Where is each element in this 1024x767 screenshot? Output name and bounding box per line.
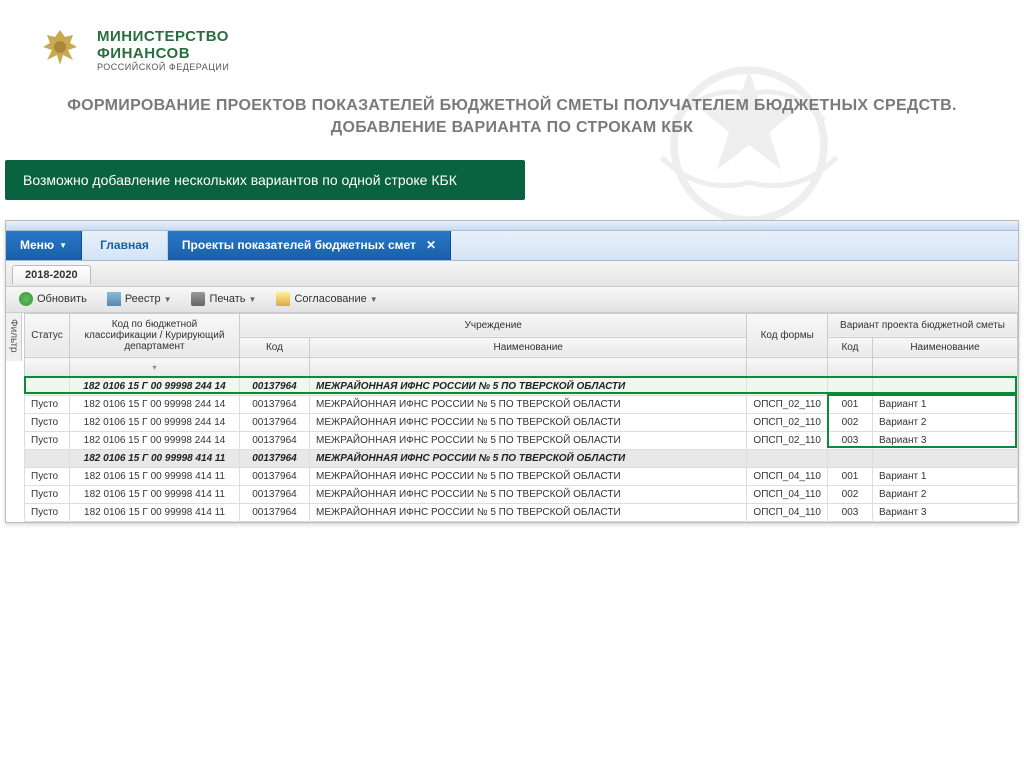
grid-container: Фильтр Статус Код по бюджетной классифик… <box>6 313 1018 522</box>
list-icon <box>107 292 121 306</box>
table-group-row[interactable]: 182 0106 15 Г 00 99998 244 1400137964МЕЖ… <box>25 377 1018 395</box>
print-icon <box>191 292 205 306</box>
tab-projects[interactable]: Проекты показателей бюджетных смет ✕ <box>168 231 451 260</box>
document-icon <box>276 292 290 306</box>
filter-cell[interactable] <box>873 357 1018 377</box>
period-tab[interactable]: 2018-2020 <box>12 265 91 284</box>
col-header-kbk[interactable]: Код по бюджетной классификации / Курирую… <box>70 313 240 357</box>
registry-button[interactable]: Реестр ▼ <box>100 289 179 309</box>
table-row[interactable]: Пусто182 0106 15 Г 00 99998 244 14001379… <box>25 431 1018 449</box>
refresh-button[interactable]: Обновить <box>12 289 94 309</box>
data-grid: Статус Код по бюджетной классификации / … <box>24 313 1018 522</box>
col-header-var-code[interactable]: Код <box>828 337 873 357</box>
chevron-down-icon: ▼ <box>59 241 67 250</box>
menu-label: Меню <box>20 238 54 252</box>
filter-cell[interactable] <box>747 357 828 377</box>
tab-home[interactable]: Главная <box>82 231 168 260</box>
filter-panel-toggle[interactable]: Фильтр <box>6 313 22 361</box>
col-header-var-name[interactable]: Наименование <box>873 337 1018 357</box>
approval-button[interactable]: Согласование ▼ <box>269 289 384 309</box>
table-row[interactable]: Пусто182 0106 15 Г 00 99998 414 11001379… <box>25 467 1018 485</box>
table-row[interactable]: Пусто182 0106 15 Г 00 99998 244 14001379… <box>25 395 1018 413</box>
col-header-inst-code[interactable]: Код <box>240 337 310 357</box>
chevron-down-icon: ▼ <box>249 295 257 304</box>
ministry-logo-block: МИНИСТЕРСТВО ФИНАНСОВ РОССИЙСКОЙ ФЕДЕРАЦ… <box>0 0 1024 90</box>
filter-cell[interactable] <box>828 357 873 377</box>
logo-line3: РОССИЙСКОЙ ФЕДЕРАЦИИ <box>97 62 229 72</box>
filter-cell[interactable] <box>310 357 747 377</box>
table-group-row[interactable]: 182 0106 15 Г 00 99998 414 1100137964МЕЖ… <box>25 449 1018 467</box>
filter-cell[interactable] <box>240 357 310 377</box>
coat-of-arms-icon <box>35 25 85 75</box>
logo-line1: МИНИСТЕРСТВО <box>97 28 229 45</box>
chevron-down-icon: ▼ <box>370 295 378 304</box>
close-icon[interactable]: ✕ <box>426 238 436 252</box>
main-tabbar: Меню ▼ Главная Проекты показателей бюдже… <box>6 231 1018 261</box>
col-header-institution[interactable]: Учреждение <box>240 313 747 337</box>
col-header-variant[interactable]: Вариант проекта бюджетной сметы <box>828 313 1018 337</box>
col-header-inst-name[interactable]: Наименование <box>310 337 747 357</box>
toolbar: Обновить Реестр ▼ Печать ▼ Согласование … <box>6 287 1018 313</box>
menu-button[interactable]: Меню ▼ <box>6 231 82 260</box>
refresh-icon <box>19 292 33 306</box>
filter-cell[interactable] <box>25 357 70 377</box>
window-title-bar <box>6 221 1018 231</box>
table-row[interactable]: Пусто182 0106 15 Г 00 99998 414 11001379… <box>25 485 1018 503</box>
logo-line2: ФИНАНСОВ <box>97 45 229 62</box>
chevron-down-icon: ▼ <box>164 295 172 304</box>
filter-cell[interactable]: ▾ <box>70 357 240 377</box>
col-header-status[interactable]: Статус <box>25 313 70 357</box>
slide-title: ФОРМИРОВАНИЕ ПРОЕКТОВ ПОКАЗАТЕЛЕЙ БЮДЖЕТ… <box>0 90 1024 150</box>
table-row[interactable]: Пусто182 0106 15 Г 00 99998 414 11001379… <box>25 503 1018 521</box>
table-row[interactable]: Пусто182 0106 15 Г 00 99998 244 14001379… <box>25 413 1018 431</box>
period-tab-row: 2018-2020 <box>6 261 1018 287</box>
print-button[interactable]: Печать ▼ <box>184 289 263 309</box>
info-callout: Возможно добавление нескольких вариантов… <box>5 160 525 200</box>
app-window: Меню ▼ Главная Проекты показателей бюдже… <box>5 220 1019 523</box>
col-header-form[interactable]: Код формы <box>747 313 828 357</box>
